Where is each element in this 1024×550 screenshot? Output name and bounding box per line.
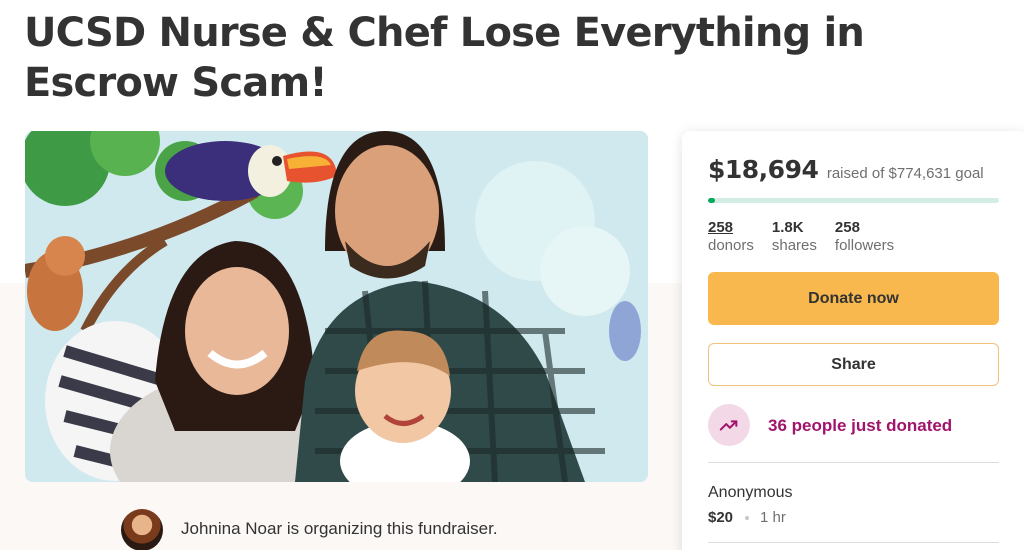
- stat-followers: 258 followers: [835, 219, 894, 254]
- trending-up-icon: [708, 404, 750, 446]
- stats-row: 258 donors 1.8K shares 258 followers: [708, 219, 894, 254]
- donation-card: $18,694 raised of $774,631 goal 258 dono…: [682, 131, 1024, 550]
- stat-donors-label: donors: [708, 237, 754, 254]
- separator-dot: [745, 515, 750, 520]
- stat-shares-value: 1.8K: [771, 219, 804, 236]
- donor-name: Anonymous: [708, 484, 793, 501]
- divider: [708, 462, 999, 463]
- share-button[interactable]: Share: [708, 343, 999, 386]
- stat-followers-value: 258: [834, 219, 860, 236]
- progress-bar-fill: [708, 198, 715, 203]
- organizer-avatar[interactable]: [121, 509, 163, 550]
- page-title: UCSD Nurse & Chef Lose Everything in Esc…: [24, 10, 865, 106]
- stat-shares-label: shares: [771, 237, 817, 254]
- stat-donors-value[interactable]: 258: [708, 219, 754, 236]
- campaign-hero-image: [25, 131, 648, 482]
- donate-now-button[interactable]: Donate now: [708, 272, 999, 325]
- amount-raised: $18,694: [708, 155, 819, 184]
- progress-bar: [708, 198, 999, 203]
- recent-donations-text[interactable]: 36 people just donated: [768, 416, 952, 436]
- donor-meta: $20 1 hr: [708, 509, 786, 526]
- donation-time: 1 hr: [760, 509, 786, 526]
- organizer-text: Johnina Noar is organizing this fundrais…: [181, 519, 498, 538]
- stat-followers-label: followers: [834, 237, 895, 254]
- donation-amount: $20: [708, 509, 734, 526]
- goal-text: raised of $774,631 goal: [826, 165, 984, 182]
- amount-raised-row: $18,694 raised of $774,631 goal: [708, 155, 984, 184]
- stat-shares: 1.8K shares: [772, 219, 817, 254]
- stat-donors[interactable]: 258 donors: [708, 219, 754, 254]
- divider: [708, 542, 999, 543]
